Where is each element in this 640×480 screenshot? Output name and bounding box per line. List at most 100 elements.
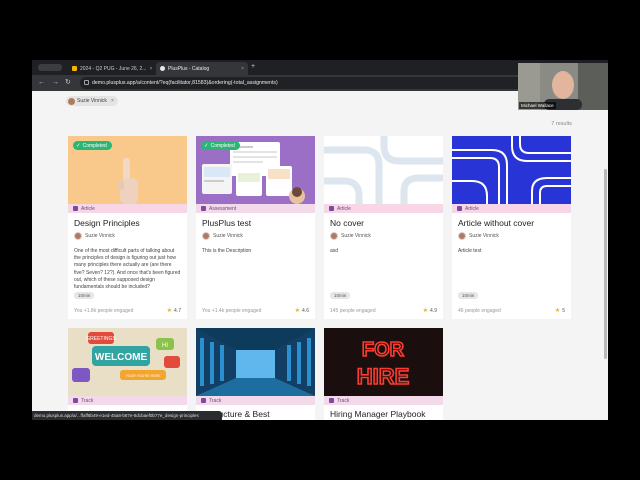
close-icon[interactable]: × xyxy=(238,66,244,72)
avatar xyxy=(458,232,466,240)
filter-chip-label: Suzie Vinnick xyxy=(77,98,107,104)
duration-badge: 10min xyxy=(74,292,95,299)
star-icon: ★ xyxy=(294,308,301,314)
article-icon xyxy=(73,206,78,211)
card-cover-image: ✓ Completed xyxy=(68,136,187,204)
close-icon[interactable]: × xyxy=(146,66,152,72)
star-icon: ★ xyxy=(422,308,429,314)
rating-value: 4.9 xyxy=(430,307,437,314)
content-type-bar: Track xyxy=(68,396,187,405)
avatar xyxy=(74,232,82,240)
duration-badge: 10min xyxy=(330,292,351,299)
rating-value: 5 xyxy=(562,307,565,314)
welcome-word: WELCOME xyxy=(95,352,148,363)
sub-word: YOUR YOU'RE HERE xyxy=(126,374,161,378)
card-cover-image: GREETINGS WELCOME HI YOUR YOU'RE HERE xyxy=(68,328,187,396)
rating-value: 4.7 xyxy=(174,307,181,314)
server-room-illustration xyxy=(196,328,315,396)
card-author[interactable]: Suzie Vinnick xyxy=(74,232,115,240)
rating-value: 4.6 xyxy=(302,307,309,314)
card-cover-image xyxy=(324,136,443,204)
remove-filter-icon[interactable]: × xyxy=(111,98,114,104)
check-icon: ✓ xyxy=(76,142,81,149)
content-card-infrastructure-track[interactable]: Track ...structure & Best xyxy=(196,328,315,420)
tab-label: 2024 - Q2 PUG - June 26, 2... xyxy=(80,65,147,72)
avatar xyxy=(202,232,210,240)
content-card-welcome-track[interactable]: GREETINGS WELCOME HI YOUR YOU'RE HERE Tr… xyxy=(68,328,187,420)
content-type-bar: Track xyxy=(196,396,315,405)
plusplus-icon xyxy=(160,66,165,71)
rating: ★ 4.7 xyxy=(166,307,181,315)
slides-icon xyxy=(72,66,77,71)
tab-label: PlusPlus - Catalog xyxy=(168,65,210,72)
page-scrollbar[interactable] xyxy=(604,169,607,359)
greetings-word: GREETINGS xyxy=(86,336,116,342)
content-type-label: Track xyxy=(209,397,222,404)
completed-badge: ✓ Completed xyxy=(73,141,112,150)
content-type-label: Assessment xyxy=(209,205,237,212)
reload-icon[interactable]: ↻ xyxy=(65,79,71,87)
catalog-page: Suzie Vinnick × 7 results ✓ Completed Ar… xyxy=(32,91,608,420)
neon-for-hire-sign: FOR HIRE xyxy=(324,328,443,396)
rating: ★ 4.6 xyxy=(294,307,309,315)
neon-line-2: HIRE xyxy=(357,364,410,389)
content-type-label: Article xyxy=(465,205,479,212)
content-card-article-without-cover[interactable]: Article Article without cover Suzie Vinn… xyxy=(452,136,571,319)
completed-badge: ✓ Completed xyxy=(201,141,240,150)
webcam-overlay: Michael Wallace xyxy=(518,63,608,110)
completed-label: Completed xyxy=(210,142,235,149)
article-icon xyxy=(329,206,334,211)
check-icon: ✓ xyxy=(204,142,209,149)
neon-line-1: FOR xyxy=(362,339,405,361)
card-title[interactable]: Hiring Manager Playbook xyxy=(330,409,425,419)
card-author[interactable]: Suzie Vinnick xyxy=(458,232,499,240)
card-cover-image: ✓ Completed xyxy=(196,136,315,204)
forward-arrow-icon[interactable]: → xyxy=(52,79,59,87)
content-type-label: Track xyxy=(81,397,94,404)
site-info-icon[interactable] xyxy=(84,80,89,85)
content-type-bar: Track xyxy=(324,396,443,405)
card-description: asd xyxy=(330,248,339,254)
content-type-bar: Article xyxy=(452,204,571,213)
content-card-hiring-track[interactable]: FOR HIRE Track Hiring Manager Playbook xyxy=(324,328,443,420)
card-description: Article test xyxy=(458,248,482,254)
card-title[interactable]: PlusPlus test xyxy=(202,218,251,228)
screen: 2024 - Q2 PUG - June 26, 2... × PlusPlus… xyxy=(0,0,640,480)
author-name: Suzie Vinnick xyxy=(213,233,243,239)
card-title[interactable]: No cover xyxy=(330,218,364,228)
star-icon: ★ xyxy=(166,308,173,314)
tab-plusplus-catalog[interactable]: PlusPlus - Catalog × xyxy=(156,62,248,75)
rating: ★ 5 xyxy=(554,307,565,315)
content-card-design-principles[interactable]: ✓ Completed Article Design Principles Su… xyxy=(68,136,187,319)
card-cover-image xyxy=(196,328,315,396)
card-title[interactable]: Article without cover xyxy=(458,218,534,228)
track-icon xyxy=(329,398,334,403)
card-title[interactable]: Design Principles xyxy=(74,218,140,228)
hi-word: HI xyxy=(162,343,168,349)
card-author[interactable]: Suzie Vinnick xyxy=(330,232,371,240)
engagement-text: 46 people engaged xyxy=(458,308,501,314)
rating: ★ 4.9 xyxy=(422,307,437,315)
card-description: This is the Description xyxy=(202,248,252,254)
window-controls[interactable] xyxy=(38,64,62,71)
browser-window: 2024 - Q2 PUG - June 26, 2... × PlusPlus… xyxy=(32,60,608,420)
card-author[interactable]: Suzie Vinnick xyxy=(202,232,243,240)
content-type-label: Article xyxy=(81,205,95,212)
author-name: Suzie Vinnick xyxy=(469,233,499,239)
back-arrow-icon[interactable]: ← xyxy=(38,79,45,87)
tab-q2-pug[interactable]: 2024 - Q2 PUG - June 26, 2... × xyxy=(68,62,154,75)
completed-label: Completed xyxy=(82,142,107,149)
engagement-text: You +1.8k people engaged xyxy=(74,308,134,314)
new-tab-button[interactable]: + xyxy=(251,63,255,70)
content-card-plusplus-test[interactable]: ✓ Completed Assessment PlusPlus test Suz… xyxy=(196,136,315,319)
link-status-bar: demo.plusplus.app/a/...ffaff8b49-e1ed-45… xyxy=(32,411,222,420)
webcam-name-label: Michael Wallace xyxy=(519,102,556,109)
avatar xyxy=(68,97,75,105)
facilitator-filter-chip[interactable]: Suzie Vinnick × xyxy=(66,96,118,106)
card-cover-image: FOR HIRE xyxy=(324,328,443,396)
star-icon: ★ xyxy=(554,308,561,314)
welcome-speech-bubbles-illustration: GREETINGS WELCOME HI YOUR YOU'RE HERE xyxy=(68,328,187,396)
content-card-no-cover[interactable]: Article No cover Suzie Vinnick asd 10min… xyxy=(324,136,443,319)
content-type-bar: Article xyxy=(68,204,187,213)
content-type-bar: Article xyxy=(324,204,443,213)
